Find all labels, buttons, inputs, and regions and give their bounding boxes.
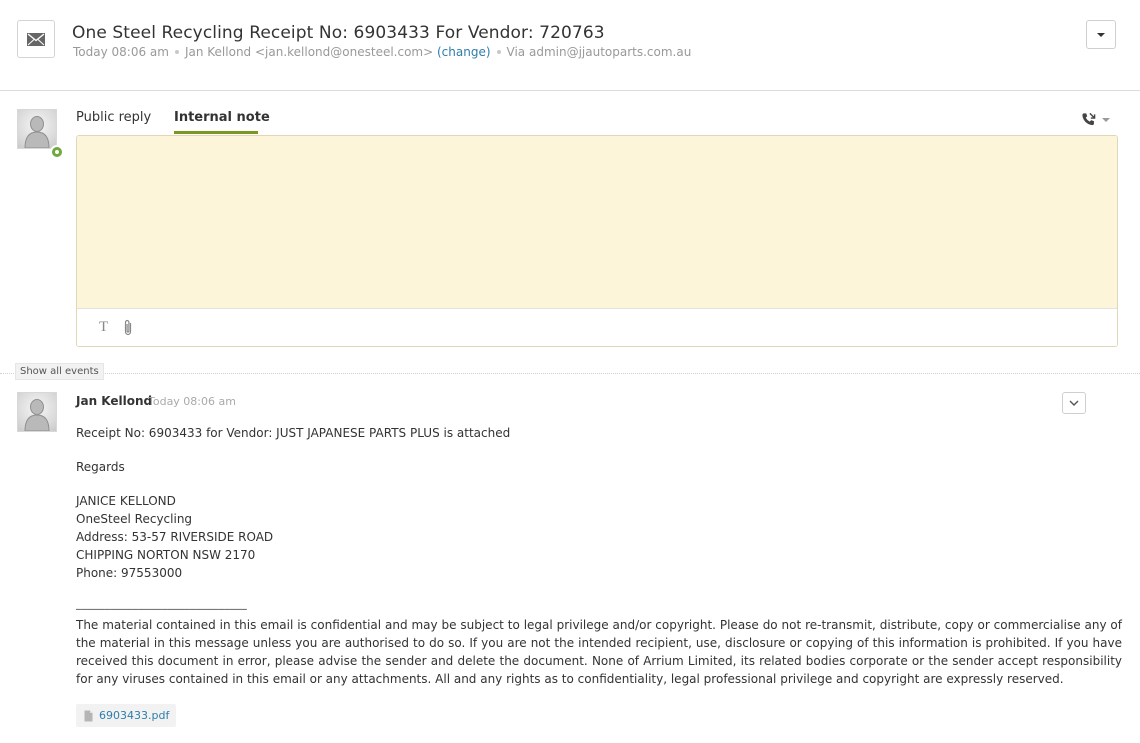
active-tab-indicator xyxy=(174,131,258,134)
author-avatar[interactable] xyxy=(17,392,57,432)
comment-options-dropdown[interactable] xyxy=(1062,392,1086,414)
comment-line: Regards xyxy=(76,460,125,474)
agent-status-icon xyxy=(50,145,64,159)
change-requester-link[interactable]: (change) xyxy=(437,45,491,59)
show-all-events-button[interactable]: Show all events xyxy=(15,363,104,380)
comment-author[interactable]: Jan Kellond xyxy=(76,394,152,408)
ticket-meta: Today 08:06 am Jan Kellond <jan.kellond@o… xyxy=(73,45,691,59)
comment-line: OneSteel Recycling xyxy=(76,512,193,526)
internal-note-input[interactable] xyxy=(77,136,1117,309)
current-user-avatar xyxy=(17,109,57,149)
comment-composer: T xyxy=(76,135,1118,347)
comment-line: CHIPPING NORTON NSW 2170 xyxy=(76,548,256,562)
attachment-link[interactable]: 6903433.pdf xyxy=(99,709,169,722)
default-avatar-icon xyxy=(24,399,50,431)
comment-time: Today 08:06 am xyxy=(148,395,236,408)
attachment-chip[interactable]: 6903433.pdf xyxy=(76,704,177,727)
ticket-time: Today 08:06 am xyxy=(73,45,169,59)
separator-dot xyxy=(496,49,501,54)
separator-dot xyxy=(174,49,179,54)
comment-line: JANICE KELLOND xyxy=(76,494,176,508)
tab-internal-note[interactable]: Internal note xyxy=(174,110,270,125)
ticket-via: Via admin@jjautoparts.com.au xyxy=(506,45,692,59)
header-divider xyxy=(0,90,1140,91)
comment-disclaimer: The material contained in this email is … xyxy=(76,618,1122,686)
comment-line: Receipt No: 6903433 for Vendor: JUST JAP… xyxy=(76,426,511,440)
events-divider xyxy=(0,373,1140,374)
chevron-down-icon xyxy=(1097,32,1105,37)
ticket-options-dropdown[interactable] xyxy=(1086,20,1116,49)
comment-separator: ______________________________ xyxy=(76,597,247,610)
file-icon xyxy=(84,710,93,721)
ticket-type-envelope-icon xyxy=(17,20,55,58)
ticket-title: One Steel Recycling Receipt No: 6903433 … xyxy=(72,23,605,43)
phone-call-icon xyxy=(1082,112,1096,126)
tab-public-reply[interactable]: Public reply xyxy=(76,110,151,125)
chevron-down-icon xyxy=(1069,400,1079,406)
composer-toolbar: T xyxy=(77,309,1117,346)
paperclip-icon[interactable] xyxy=(123,319,133,339)
default-avatar-icon xyxy=(24,116,50,148)
chevron-down-icon xyxy=(1102,117,1110,122)
comment-line: Address: 53-57 RIVERSIDE ROAD xyxy=(76,530,274,544)
call-dropdown[interactable] xyxy=(1081,112,1110,127)
text-format-icon[interactable]: T xyxy=(99,319,108,336)
ticket-requester: Jan Kellond <jan.kellond@onesteel.com> xyxy=(184,45,434,59)
comment-line: Phone: 97553000 xyxy=(76,566,183,580)
